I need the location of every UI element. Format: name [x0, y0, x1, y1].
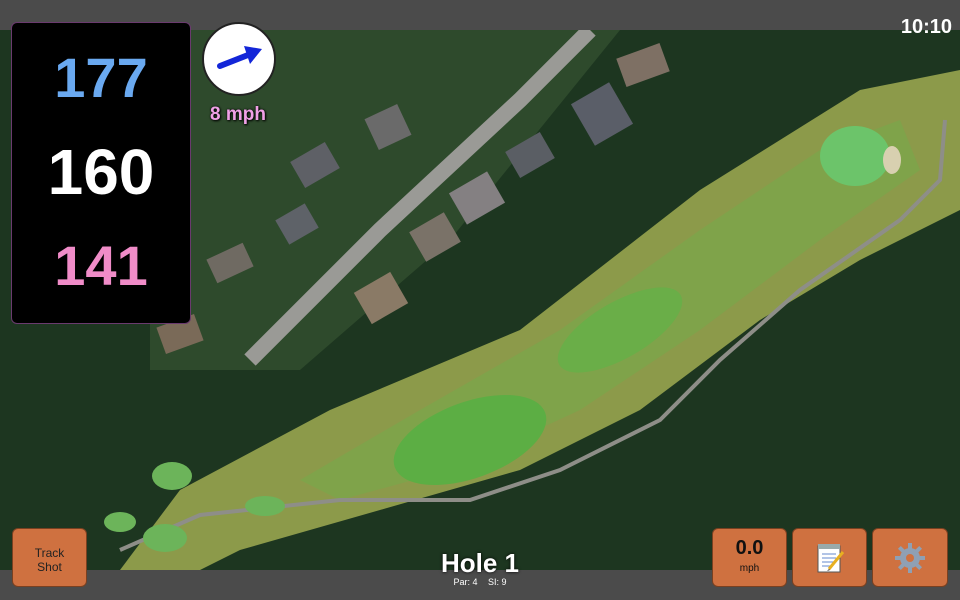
arrow-right-up-icon	[217, 46, 262, 69]
speed-button[interactable]: 0.0 mph	[712, 528, 787, 587]
notes-button[interactable]	[792, 528, 867, 587]
clock: 10:10	[900, 16, 952, 38]
hole-info: Par: 4 SI: 9	[380, 577, 580, 587]
hole-title: Hole 1	[440, 548, 520, 578]
middle-distance: 160	[47, 136, 155, 208]
speed-value: 0.0	[735, 537, 764, 559]
distance-panel: 177 160 141	[11, 22, 191, 324]
track-shot-label-line2: Shot	[37, 560, 62, 574]
hole-par: Par: 4	[453, 577, 478, 587]
notepad-icon	[817, 543, 844, 572]
wind-indicator[interactable]	[202, 22, 276, 96]
track-shot-button[interactable]: Track Shot	[12, 528, 87, 587]
hole-stroke-index: SI: 9	[488, 577, 507, 587]
gear-icon	[895, 542, 925, 573]
back-distance: 177	[54, 46, 148, 109]
track-shot-label-line1: Track	[34, 546, 65, 560]
wind-speed-label: 8 mph	[210, 104, 266, 125]
settings-button[interactable]	[872, 528, 948, 587]
speed-unit: mph	[739, 563, 760, 574]
front-distance: 141	[54, 234, 148, 297]
